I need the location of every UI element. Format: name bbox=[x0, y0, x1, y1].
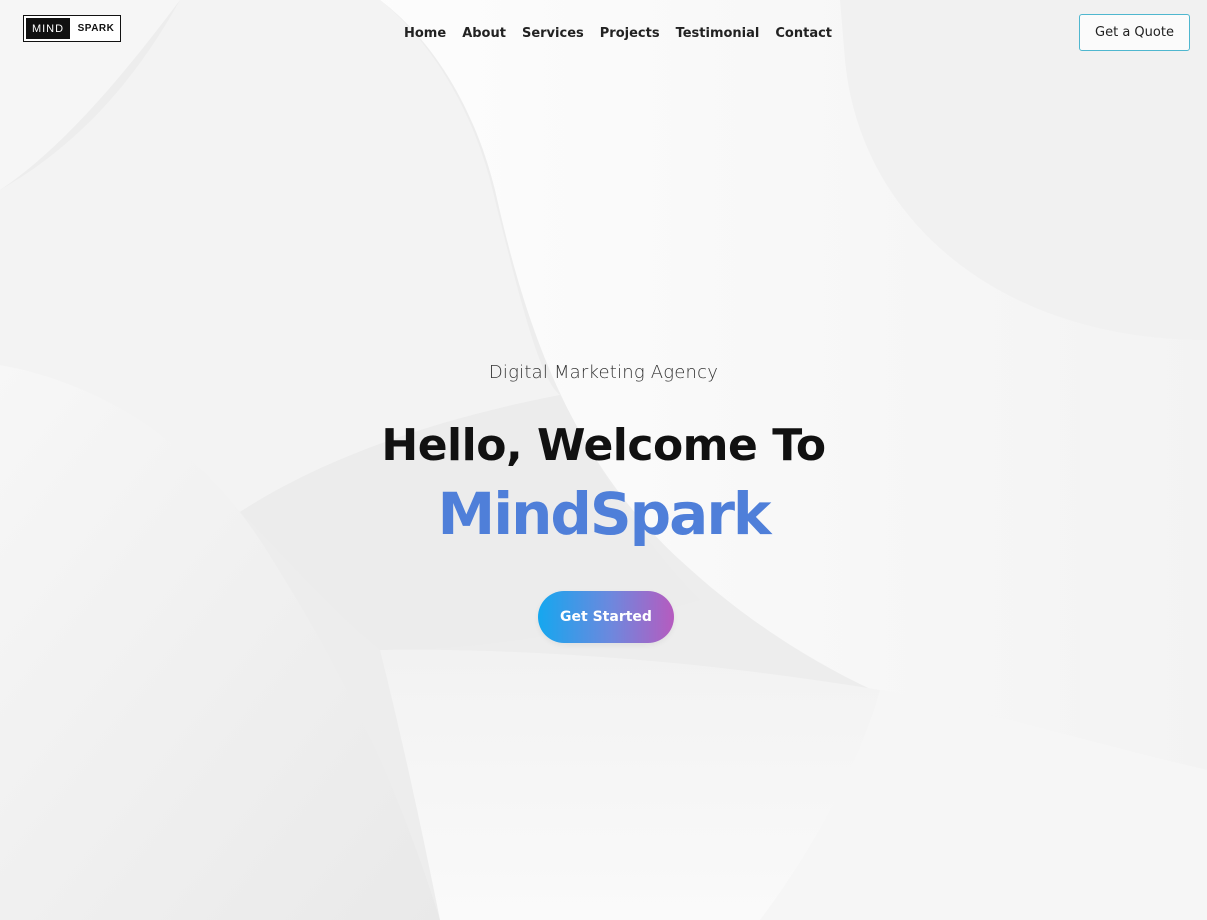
logo[interactable]: MIND SPARK bbox=[23, 15, 121, 42]
nav-about[interactable]: About bbox=[454, 24, 514, 44]
get-started-button[interactable]: Get Started bbox=[538, 591, 674, 643]
hero-subtitle: Digital Marketing Agency bbox=[488, 362, 719, 383]
hero-brand-name: MindSpark bbox=[437, 480, 771, 548]
nav-contact[interactable]: Contact bbox=[767, 24, 840, 44]
main-nav: Home About Services Projects Testimonial… bbox=[396, 24, 840, 44]
logo-spark-text: SPARK bbox=[77, 23, 115, 34]
hero-headline: Hello, Welcome To bbox=[381, 420, 826, 471]
nav-services[interactable]: Services bbox=[514, 24, 592, 44]
hero-section: Digital Marketing Agency Hello, Welcome … bbox=[0, 0, 1207, 920]
nav-home[interactable]: Home bbox=[396, 24, 454, 44]
get-quote-button[interactable]: Get a Quote bbox=[1079, 14, 1190, 51]
logo-mind-text: MIND bbox=[24, 16, 72, 41]
nav-testimonial[interactable]: Testimonial bbox=[668, 24, 768, 44]
nav-projects[interactable]: Projects bbox=[592, 24, 668, 44]
